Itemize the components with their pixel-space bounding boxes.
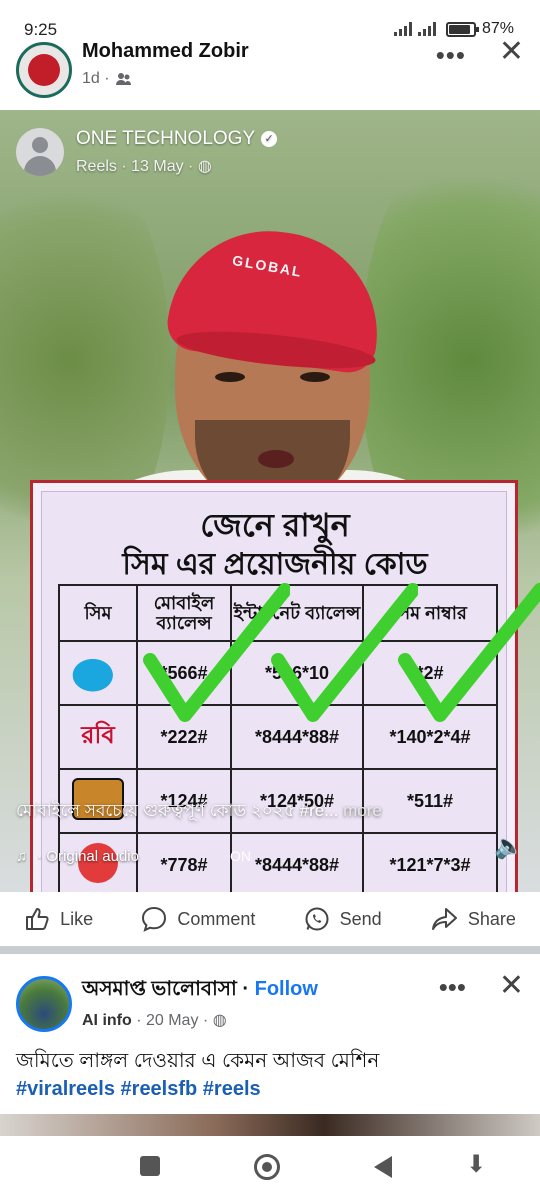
post-time: 1d · [82, 70, 110, 87]
post-header: Mohammed Zobir 1d · ••• ✕ [0, 35, 540, 108]
friends-icon [115, 73, 131, 85]
send-label: Send [339, 908, 382, 929]
signal-icon [393, 22, 412, 36]
comment-label: Comment [177, 908, 256, 929]
comment-button[interactable]: Comment [141, 906, 255, 932]
reel-author[interactable]: ONE TECHNOLOGY ✓ Reels · 13 May · ◍ [16, 128, 278, 176]
send-button[interactable]: Send [304, 906, 382, 932]
volume-icon[interactable]: 🔈 [494, 832, 524, 861]
signal-icon [417, 22, 436, 36]
back-icon[interactable] [374, 1156, 392, 1178]
ai-info-link[interactable]: AI info [82, 1012, 132, 1029]
system-nav-bar: ⬇ [0, 1136, 540, 1200]
home-icon[interactable] [254, 1154, 280, 1180]
battery-icon [445, 21, 479, 37]
battery-percent: 87% [481, 20, 514, 37]
follow-button[interactable]: Follow [255, 978, 318, 1000]
reel-video[interactable]: GLOBAL ONE TECHNOLOGY ✓ Reels · 13 May ·… [0, 110, 540, 892]
post-author-name[interactable]: অসমাপ্ত ভালোবাসা [82, 978, 237, 1000]
on-label: ON [230, 848, 251, 864]
post-action-bar: Like Comment Send Share [0, 892, 540, 954]
post-author-line: অসমাপ্ত ভালোবাসা · Follow [82, 978, 318, 1000]
post-image[interactable] [0, 1114, 540, 1136]
post-time: · 20 May · [131, 1012, 209, 1029]
table-header: সিম [58, 584, 138, 642]
see-more-link[interactable]: more [338, 801, 382, 820]
status-bar: 9:25 87% [0, 0, 540, 40]
avatar[interactable] [16, 976, 72, 1032]
thumbs-up-icon [26, 908, 49, 930]
facebook-feed-screen: 9:25 87% Mohammed Zobir 1d · ••• ✕ GLOBA… [0, 0, 540, 1200]
share-label: Share [467, 908, 516, 929]
check-mark-icon [398, 583, 540, 722]
avatar[interactable] [16, 42, 72, 98]
post-meta: AI info · 20 May · ◍ [82, 1010, 227, 1030]
globe-icon: ◍ [212, 1012, 227, 1029]
like-button[interactable]: Like [24, 906, 93, 932]
post-card: অসমাপ্ত ভালোবাসা · Follow AI info · 20 M… [0, 962, 540, 1132]
audio-label: · Original audio [37, 848, 139, 865]
caption-text: মোবাইলে সবচেয়ে গুরুত্বপূর্ণ কোড ২০২৫ #r… [16, 801, 339, 820]
grameenphone-logo-icon [72, 649, 124, 692]
verified-icon: ✓ [261, 131, 278, 147]
assistant-icon[interactable]: ⬇ [466, 1150, 486, 1179]
like-label: Like [60, 908, 94, 929]
close-icon[interactable]: ✕ [499, 968, 524, 1003]
post-author-name[interactable]: Mohammed Zobir [82, 40, 249, 63]
hashtags[interactable]: #viralreels #reelsfb #reels [16, 1078, 261, 1101]
post-text: জমিতে লাঙ্গল দেওয়ার এ কেমন আজব মেশিন [16, 1050, 380, 1072]
reel-caption[interactable]: মোবাইলে সবচেয়ে গুরুত্বপূর্ণ কোড ২০২৫ #r… [16, 798, 382, 826]
robi-logo: রবি [81, 722, 115, 749]
comment-icon [142, 906, 167, 932]
reel-meta: Reels · 13 May · [76, 158, 194, 175]
more-options-icon[interactable]: ••• [436, 40, 466, 71]
table-cell: *511# [362, 768, 498, 834]
table-cell: *121*7*3# [362, 832, 498, 892]
share-icon [431, 908, 457, 930]
status-icons: 87% [393, 20, 514, 38]
music-note-icon: ♫ [16, 848, 28, 865]
share-button[interactable]: Share [430, 906, 516, 932]
recent-apps-icon[interactable] [140, 1156, 160, 1176]
table-cell: *778# [136, 832, 232, 892]
more-options-icon[interactable]: ••• [439, 972, 466, 1003]
status-time: 9:25 [24, 20, 58, 39]
whatsapp-icon [305, 907, 329, 931]
reel-avatar[interactable] [16, 128, 64, 176]
post-meta: 1d · [82, 70, 132, 88]
audio-info[interactable]: ♫ · Original audio [16, 848, 139, 865]
reel-author-name[interactable]: ONE TECHNOLOGY [76, 128, 255, 150]
globe-icon: ◍ [197, 158, 212, 175]
